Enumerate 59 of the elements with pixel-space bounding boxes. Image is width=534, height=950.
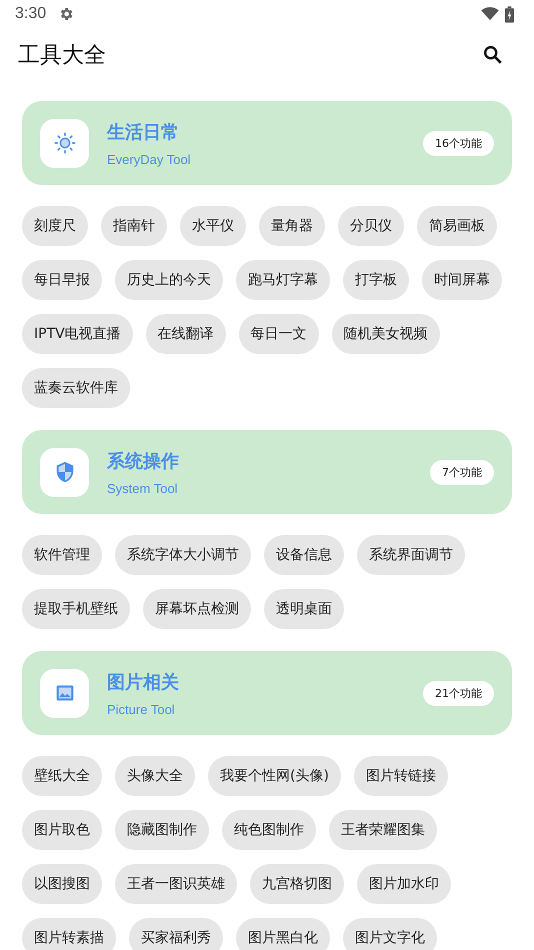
category-title: 图片相关 <box>107 670 180 694</box>
tool-chip[interactable]: 九宫格切图 <box>250 864 344 904</box>
category-card[interactable]: 生活日常 EveryDay Tool 16个功能 <box>22 101 512 185</box>
tool-chip[interactable]: 系统字体大小调节 <box>115 535 251 575</box>
count-badge: 7个功能 <box>430 460 494 484</box>
tool-chip[interactable]: 在线翻译 <box>146 314 226 354</box>
tool-chip[interactable]: 历史上的今天 <box>115 260 223 300</box>
search-icon <box>482 44 504 66</box>
category-title: 系统操作 <box>107 450 180 472</box>
app-title: 工具大全 <box>18 42 107 70</box>
tool-chip[interactable]: 量角器 <box>259 206 325 246</box>
settings-icon <box>58 6 74 22</box>
tool-chip[interactable]: 买家福利秀 <box>129 918 223 950</box>
tool-chip[interactable]: 提取手机壁纸 <box>22 589 130 629</box>
tool-chip[interactable]: 图片黑白化 <box>236 918 330 950</box>
tool-chip[interactable]: IPTV电视直播 <box>22 314 133 354</box>
category-card[interactable]: 系统操作 System Tool 7个功能 <box>22 430 512 514</box>
tool-chip[interactable]: 打字板 <box>343 260 409 300</box>
tool-chip[interactable]: 水平仪 <box>180 206 246 246</box>
category-subtitle: EveryDay Tool <box>107 152 192 166</box>
tool-chip[interactable]: 蓝奏云软件库 <box>22 368 130 408</box>
count-badge: 21个功能 <box>423 680 494 706</box>
image-icon <box>54 683 74 703</box>
category-title: 生活日常 <box>107 120 180 144</box>
tool-chip[interactable]: 随机美女视频 <box>332 314 440 354</box>
tool-chip[interactable]: 图片转素描 <box>22 918 116 950</box>
tool-chip[interactable]: 壁纸大全 <box>22 756 102 796</box>
count-badge: 16个功能 <box>423 130 494 156</box>
status-time: 3:30 <box>15 5 46 23</box>
tool-chip[interactable]: 图片转链接 <box>354 756 448 796</box>
tool-chip[interactable]: 隐藏图制作 <box>115 810 209 850</box>
tool-chip[interactable]: 图片取色 <box>22 810 102 850</box>
tool-chip[interactable]: 王者一图识英雄 <box>115 864 237 904</box>
tool-chip[interactable]: 纯色图制作 <box>222 810 316 850</box>
tool-chip[interactable]: 跑马灯字幕 <box>236 260 330 300</box>
tool-chip[interactable]: 图片文字化 <box>343 918 437 950</box>
tool-chip[interactable]: 我要个性网(头像) <box>208 756 341 796</box>
tool-chip[interactable]: 图片加水印 <box>357 864 451 904</box>
tool-chip[interactable]: 分贝仪 <box>338 206 404 246</box>
tool-chip[interactable]: 指南针 <box>101 206 167 246</box>
tool-chip[interactable]: 时间屏幕 <box>422 260 502 300</box>
tool-chip[interactable]: 以图搜图 <box>22 864 102 904</box>
tool-chip[interactable]: 系统界面调节 <box>357 535 465 575</box>
category-subtitle: System Tool <box>107 480 179 496</box>
wifi-icon <box>481 7 499 21</box>
tool-chip[interactable]: 刻度尺 <box>22 206 88 246</box>
tool-chip[interactable]: 头像大全 <box>115 756 195 796</box>
tool-chip[interactable]: 屏幕坏点检测 <box>143 589 251 629</box>
tool-chip[interactable]: 王者荣耀图集 <box>329 810 437 850</box>
tool-chip[interactable]: 简易画板 <box>417 206 497 246</box>
tool-chip[interactable]: 软件管理 <box>22 535 102 575</box>
battery-icon <box>505 6 514 22</box>
tool-chip[interactable]: 透明桌面 <box>264 589 344 629</box>
tool-chip[interactable]: 设备信息 <box>264 535 344 575</box>
category-card[interactable]: 图片相关 Picture Tool 21个功能 <box>22 651 512 735</box>
sun-icon <box>54 132 76 154</box>
category-subtitle: Picture Tool <box>107 702 176 716</box>
tool-chip[interactable]: 每日早报 <box>22 260 102 300</box>
tool-chip[interactable]: 每日一文 <box>238 314 319 354</box>
